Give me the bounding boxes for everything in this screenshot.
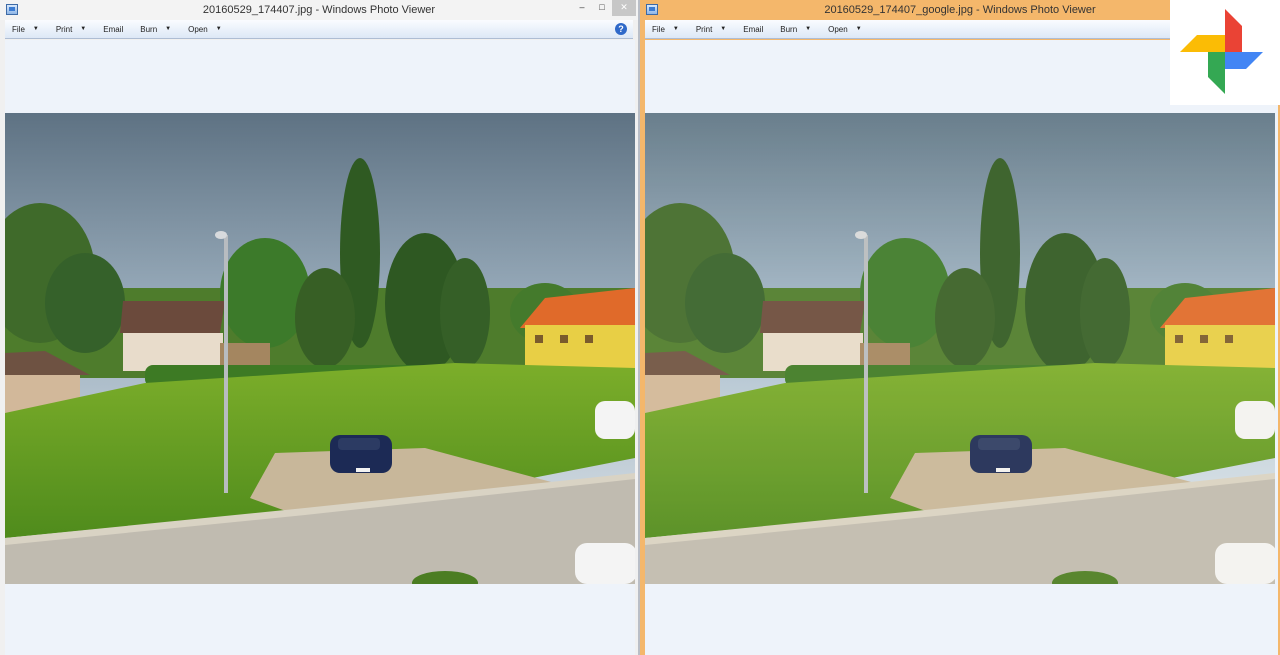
menu-label: Email [103,24,124,34]
google-photos-logo [1170,0,1280,105]
photo-viewer-window-original: 20160529_174407.jpg - Windows Photo View… [0,0,640,655]
menu-email[interactable]: Email [743,25,763,34]
chevron-down-icon: ▼ [855,26,862,32]
menu-bar: File ▼ Print ▼ Email Burn ▼ Open ▼ ? [5,20,633,39]
menu-file[interactable]: File ▼ [12,25,39,34]
title-bar[interactable]: 20160529_174407.jpg - Windows Photo View… [0,0,638,20]
menu-label: Burn [140,24,158,34]
chevron-down-icon: ▼ [215,26,222,32]
image-canvas[interactable] [645,40,1278,655]
maximize-button[interactable]: □ [592,0,612,16]
menu-print[interactable]: Print ▼ [696,25,726,34]
menu-label: Print [695,24,713,34]
chevron-down-icon: ▼ [805,26,812,32]
menu-label: Burn [780,24,798,34]
window-controls: – □ ✕ [572,0,636,20]
menu-open[interactable]: Open ▼ [828,25,862,34]
menu-open[interactable]: Open ▼ [188,25,222,34]
chevron-down-icon: ▼ [165,26,172,32]
menu-burn[interactable]: Burn ▼ [780,25,811,34]
chevron-down-icon: ▼ [672,26,679,32]
photo-google [645,113,1275,584]
menu-label: Email [743,24,764,34]
menu-label: File [12,24,25,34]
chevron-down-icon: ▼ [80,26,87,32]
chevron-down-icon: ▼ [32,26,39,32]
image-canvas[interactable] [5,40,635,655]
menu-label: Print [55,24,73,34]
close-button[interactable]: ✕ [612,0,636,16]
menu-print[interactable]: Print ▼ [56,25,86,34]
menu-burn[interactable]: Burn ▼ [140,25,171,34]
minimize-button[interactable]: – [572,0,592,16]
menu-email[interactable]: Email [103,25,123,34]
window-title: 20160529_174407.jpg - Windows Photo View… [202,4,436,16]
menu-label: Open [188,24,208,34]
chevron-down-icon: ▼ [720,26,727,32]
help-icon[interactable]: ? [615,23,627,35]
google-photos-pinwheel-icon [1180,9,1263,94]
photo-original [5,113,635,584]
menu-file[interactable]: File ▼ [652,25,679,34]
menu-label: Open [828,24,848,34]
menu-label: File [652,24,665,34]
